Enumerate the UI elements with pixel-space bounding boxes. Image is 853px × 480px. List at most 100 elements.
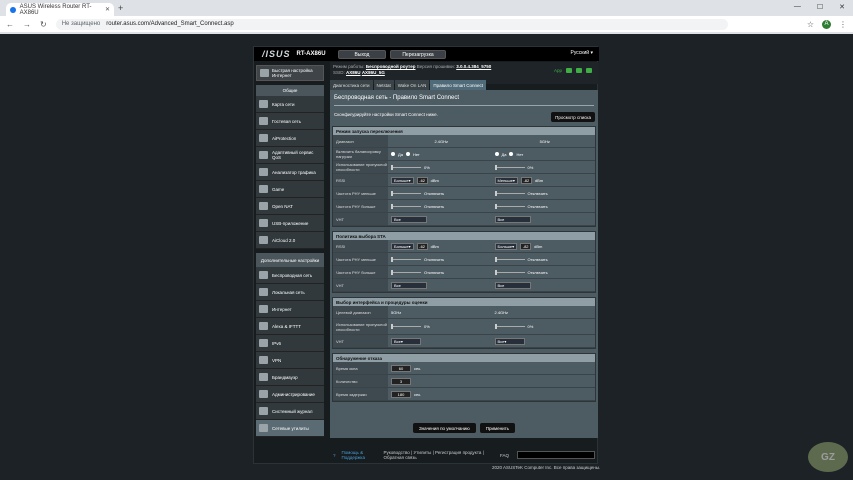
close-window-icon[interactable]: ✕ [839, 3, 845, 11]
fw-link[interactable]: 3.0.0.4.384_5750 [456, 64, 491, 69]
sidebar-item[interactable]: Game [256, 181, 324, 198]
rssi-input-24[interactable]: -62 [416, 176, 428, 184]
phy-low-slider-24[interactable] [391, 190, 421, 196]
radio-no-5[interactable] [509, 152, 514, 156]
sidebar-item-label: Интернет [272, 306, 292, 312]
bw-slider-5[interactable] [494, 164, 525, 170]
phy-low-slider-5[interactable] [494, 190, 525, 196]
sel-val: Все [497, 282, 505, 288]
sidebar-item[interactable]: Интернет [256, 301, 324, 318]
wifi-icon[interactable] [566, 68, 572, 73]
preview-list-button[interactable]: Просмотр списка [551, 112, 595, 122]
sel-val: Больше [394, 177, 409, 183]
window-input[interactable]: 60 [391, 364, 411, 372]
help-link[interactable]: Помощь & Поддержка [342, 450, 378, 460]
vht-select-24[interactable]: Все [391, 215, 427, 223]
sidebar-item[interactable]: Анализатор трафика [256, 164, 324, 181]
vht-label: VHT [333, 279, 388, 291]
sidebar-item[interactable]: Администрирование [256, 386, 324, 403]
sidebar-item[interactable]: VPN [256, 352, 324, 369]
pct-value: 0% [424, 164, 430, 170]
close-tab-icon[interactable]: ✕ [105, 6, 110, 13]
phy-high-slider-24[interactable] [391, 203, 421, 209]
sidebar-item[interactable]: USB-приложение [256, 215, 324, 232]
phy-low-row: Частота PHY меньше Отключить Отключить [333, 187, 595, 200]
if-vht-select-2[interactable]: Все ▾ [494, 337, 525, 345]
vht-label: VHT [333, 335, 388, 347]
if-bw-slider-2[interactable] [494, 324, 525, 329]
sta-vht-select-5[interactable]: Все [494, 281, 531, 289]
language-select[interactable]: Русский ▾ [571, 50, 593, 56]
network-icon[interactable] [586, 68, 592, 73]
minimize-icon[interactable]: — [794, 3, 801, 11]
off: Отключить [527, 269, 548, 275]
mode-link[interactable]: Беспроводной роутер [366, 64, 416, 69]
menu-item-icon [259, 373, 268, 381]
radio-no-24[interactable] [405, 152, 410, 156]
if-vht-select-1[interactable]: Все ▾ [391, 337, 421, 345]
address-bar[interactable]: Не защищено router.asus.com/Advanced_Smar… [55, 18, 728, 30]
sta-phy-low-24[interactable] [391, 256, 421, 262]
sidebar-item[interactable]: Беспроводная сеть [256, 267, 324, 284]
sidebar-item-label: Анализатор трафика [272, 169, 316, 175]
rssi-op-select-5[interactable]: Меньше ▾ [494, 176, 518, 184]
maximize-icon[interactable]: ☐ [817, 3, 823, 11]
menu-item-icon [259, 288, 268, 296]
bw-slider-24[interactable] [391, 164, 421, 170]
sidebar-item[interactable]: AiCloud 2.0 [256, 232, 324, 249]
app-label: App [553, 68, 562, 73]
sta-phy-low-5[interactable] [494, 256, 525, 262]
sta-rssi-select-24[interactable]: Больше ▾ [391, 242, 414, 250]
sidebar-item[interactable]: Системный журнал [256, 403, 324, 420]
tab[interactable]: Правило Smart Connect [430, 80, 486, 90]
count-input[interactable]: 3 [391, 377, 411, 385]
count-row: Количество 3 [333, 375, 595, 388]
radio-yes-5[interactable] [494, 152, 499, 156]
sidebar-item[interactable]: Брандмауэр [256, 369, 324, 386]
sta-vht-select-24[interactable]: Все [391, 281, 427, 289]
sidebar-item[interactable]: Гостевая сеть [256, 113, 324, 130]
faq-search-input[interactable] [517, 451, 595, 459]
logout-button[interactable]: Выход [338, 50, 386, 59]
phy-high-slider-5[interactable] [494, 203, 525, 209]
usb-icon[interactable] [576, 68, 582, 73]
sidebar-item[interactable]: Адаптивный сервис QoS [256, 147, 324, 164]
if-bw-slider-1[interactable] [391, 324, 421, 329]
tab[interactable]: Netstat [373, 80, 394, 90]
tab[interactable]: Wake On LAN [394, 80, 430, 90]
sta-phy-high-5[interactable] [494, 269, 525, 275]
browser-tab[interactable]: ASUS Wireless Router RT-AX86U ✕ [6, 3, 114, 16]
sta-rssi-input-5[interactable]: -82 [520, 242, 532, 250]
back-icon[interactable]: ← [6, 20, 14, 29]
rssi-input-5[interactable]: -82 [520, 176, 532, 184]
tab[interactable]: Диагностика сети [330, 80, 373, 90]
sidebar-item[interactable]: Alexa & IFTTT [256, 318, 324, 335]
sidebar-item[interactable]: IPv6 [256, 335, 324, 352]
avatar[interactable]: А [822, 19, 831, 29]
menu-icon[interactable]: ⋮ [839, 20, 847, 29]
reload-icon[interactable]: ↻ [40, 20, 47, 29]
forward-icon[interactable]: → [23, 20, 31, 29]
rssi-op-select-24[interactable]: Больше ▾ [391, 176, 414, 184]
apply-button[interactable]: Применить [479, 423, 516, 433]
default-button[interactable]: Значения по умолчанию [412, 423, 476, 433]
sta-rssi-input-24[interactable]: -62 [416, 242, 428, 250]
new-tab-icon[interactable]: + [118, 3, 123, 13]
footer-links[interactable]: Руководство | Утилиты | Регистрация прод… [384, 450, 494, 460]
sta-phy-high-24[interactable] [391, 269, 421, 275]
delay-input[interactable]: 180 [391, 390, 411, 398]
phy-high-label: Частота PHY больше [333, 200, 388, 212]
interface-section: Выбор интерфейса и процедуры оценки Целе… [332, 297, 596, 349]
radio-yes-24[interactable] [391, 152, 395, 156]
sidebar-item[interactable]: Локальная сеть [256, 284, 324, 301]
quick-setup-button[interactable]: Быстрая настройка Интернет [256, 65, 324, 81]
sidebar-item[interactable]: AiProtection [256, 130, 324, 147]
sidebar-item[interactable]: Open NAT [256, 198, 324, 215]
star-icon[interactable]: ☆ [807, 20, 814, 29]
dbm: dBm [430, 243, 439, 249]
vht-select-5[interactable]: Все [494, 215, 531, 223]
sidebar-item[interactable]: Сетевые утилиты [256, 420, 324, 437]
sta-rssi-select-5[interactable]: Больше ▾ [494, 242, 518, 250]
sidebar-item[interactable]: Карта сети [256, 96, 324, 113]
reboot-button[interactable]: Перезагрузка [390, 50, 446, 59]
